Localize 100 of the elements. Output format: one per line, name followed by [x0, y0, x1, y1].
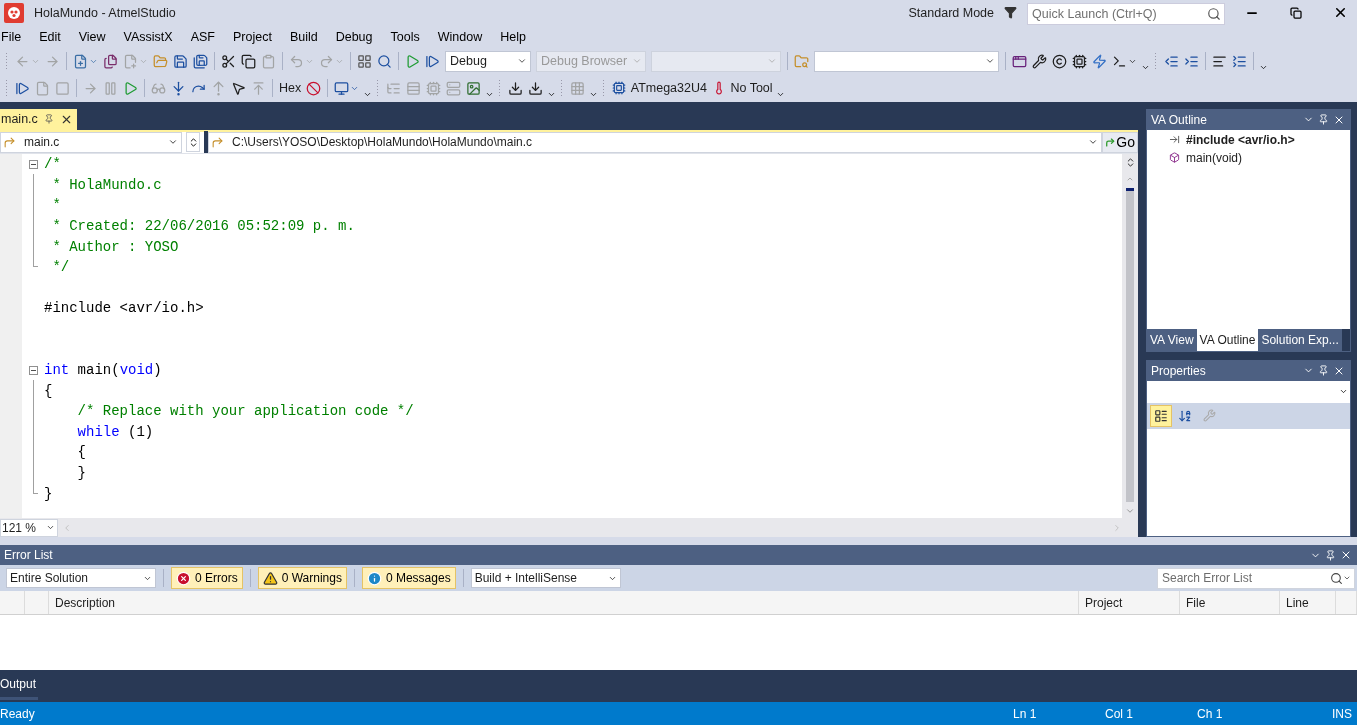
menu-item[interactable]: Build	[280, 25, 327, 48]
menu-item[interactable]: File	[0, 25, 31, 48]
path-dropdown[interactable]: C:\Users\YOSO\Desktop\HolaMundo\HolaMundo\main.c	[208, 131, 1102, 153]
column-header[interactable]: File	[1180, 591, 1280, 615]
hex-button[interactable]: Hex	[277, 77, 304, 100]
play-icon	[123, 80, 138, 96]
menu-item[interactable]: Tools	[381, 25, 429, 48]
folder-icon	[153, 53, 168, 69]
arrow-icon	[211, 135, 224, 149]
fold-toggle[interactable]	[28, 365, 38, 375]
column-header[interactable]: Description	[49, 591, 1079, 615]
panel-tab[interactable]: VA Outline	[1196, 328, 1259, 351]
zoom-dropdown[interactable]: 121 %	[0, 518, 58, 537]
panel-title: Properties	[1151, 363, 1207, 378]
device-button[interactable]: ATmega32U4	[610, 77, 709, 100]
file-icon	[35, 80, 50, 96]
arrow-icon	[83, 80, 98, 96]
panel-tab[interactable]: VA View	[1147, 328, 1197, 351]
toolbar-grip[interactable]	[5, 52, 9, 71]
outline-item[interactable]: main(void)	[1186, 150, 1242, 165]
stop-icon	[55, 80, 70, 96]
toolbar-grip[interactable]	[1154, 52, 1158, 71]
search-field[interactable]: Search Error List	[1157, 567, 1355, 589]
add-item-icon	[123, 53, 138, 69]
list-icon	[1232, 53, 1247, 69]
files-icon	[103, 53, 118, 69]
download-icon	[528, 80, 544, 96]
scroll-left-icon	[62, 522, 72, 533]
include-icon	[1169, 134, 1180, 146]
toolbar-grip[interactable]	[5, 79, 9, 98]
device-button[interactable]: No Tool	[709, 77, 775, 100]
pin-button[interactable]	[43, 114, 54, 125]
pin-icon	[1325, 549, 1336, 561]
window-title: HolaMundo - AtmelStudio	[34, 6, 177, 20]
spin-button[interactable]	[186, 132, 200, 153]
filter-toggle[interactable]: 0 Warnings	[257, 567, 347, 590]
categorized-button[interactable]	[1150, 404, 1172, 427]
lines-icon	[1212, 53, 1227, 69]
scope-dropdown[interactable]: Entire Solution	[6, 568, 156, 589]
quick-launch-field[interactable]: Quick Launch (Ctrl+Q)	[1027, 3, 1225, 25]
toolbar-dropdown[interactable]	[814, 50, 999, 72]
status-message: Ready	[0, 706, 36, 721]
up-line-icon	[251, 80, 266, 96]
code-editor[interactable]: /* * HolaMundo.c * * Created: 22/06/2016 05:52:09 p. m. * Author : YOSO */ #include <avr/io.h> int main(void) { /* Replace with your application code */ while (1) { } }	[22, 153, 1122, 519]
sort-icon	[1178, 408, 1192, 423]
search-icon	[377, 53, 392, 69]
grid-icon	[357, 53, 372, 69]
menu-item[interactable]: Debug	[326, 25, 382, 48]
categorized-icon	[1154, 408, 1168, 423]
outline-item[interactable]: #include <avr/io.h>	[1186, 132, 1295, 147]
download-icon	[508, 80, 524, 96]
panel-tab[interactable]: Solution Exp...	[1258, 328, 1342, 351]
pin-icon	[1318, 365, 1329, 377]
warning-icon	[262, 570, 278, 586]
mode-label: Standard Mode	[908, 6, 994, 20]
filter-toggle[interactable]: 0 Errors	[171, 567, 243, 590]
step-forward-icon	[425, 53, 440, 69]
code-line: */	[51, 259, 70, 276]
menu-item[interactable]: ASF	[181, 25, 224, 48]
menu-item[interactable]: Help	[491, 25, 535, 48]
column-number: Col 1	[1105, 706, 1134, 721]
arrow-icon	[3, 135, 16, 149]
start-icon	[405, 53, 420, 69]
menu-item[interactable]: VAssistX	[114, 25, 182, 48]
column-header[interactable]: Line	[1280, 591, 1336, 615]
scope-dropdown[interactable]: main.c	[0, 131, 182, 153]
vertical-scrollbar[interactable]	[1122, 153, 1138, 519]
folder-search-icon	[794, 53, 809, 69]
chip-icon	[1072, 53, 1087, 69]
code-line: * Created: 22/06/2016 05:52:09 p. m.	[51, 217, 355, 234]
code-line: * Author : YOSO	[51, 238, 179, 255]
circle-c-icon	[1052, 53, 1067, 69]
save-all-icon	[193, 53, 208, 69]
filter-toggle[interactable]: 0 Messages	[361, 567, 456, 590]
image-icon	[466, 80, 482, 96]
save-icon	[173, 53, 188, 69]
restore-icon	[1290, 7, 1302, 19]
column-header[interactable]: Project	[1079, 591, 1180, 615]
go-button[interactable]: Go	[1102, 131, 1138, 153]
menu-item[interactable]: View	[69, 25, 115, 48]
undo-icon	[289, 53, 304, 69]
document-tab[interactable]: main.c	[0, 108, 77, 130]
menu-item[interactable]: Window	[428, 25, 492, 48]
search-icon	[1207, 7, 1221, 21]
step-out-icon	[211, 80, 226, 96]
panel-title: Error List	[4, 548, 54, 563]
dots-icon	[570, 80, 586, 96]
menu-item[interactable]: Edit	[30, 25, 70, 48]
fold-toggle[interactable]	[28, 159, 38, 169]
chip-icon	[612, 81, 627, 96]
insert-mode: INS	[1332, 706, 1353, 721]
source-dropdown[interactable]: Build + IntelliSense	[470, 568, 621, 589]
scroll-right-icon	[1112, 522, 1122, 533]
code-line: int main(void)	[44, 362, 162, 379]
error-icon	[176, 570, 191, 586]
new-file-icon	[73, 53, 88, 69]
app-logo	[4, 3, 24, 23]
window-icon	[1012, 53, 1027, 69]
menu-item[interactable]: Project	[224, 25, 281, 48]
toolbar-dropdown[interactable]: Debug	[445, 50, 531, 72]
